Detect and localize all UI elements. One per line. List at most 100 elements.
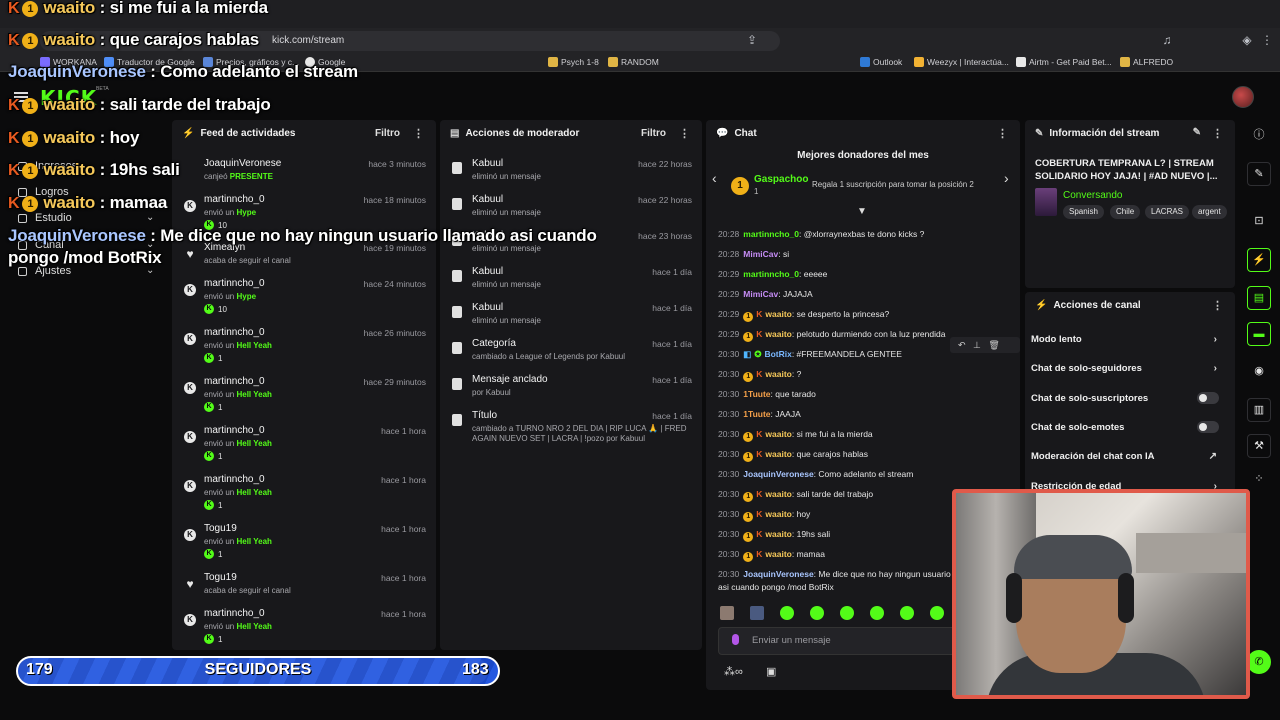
- chat-icon[interactable]: ▬: [1247, 322, 1271, 346]
- emote-icon[interactable]: [780, 606, 794, 620]
- channel-action-item[interactable]: Chat de solo-emotes: [1031, 421, 1227, 436]
- chevron-down-icon[interactable]: ⌄: [146, 212, 154, 223]
- toggle-switch[interactable]: [1197, 421, 1219, 433]
- share-icon[interactable]: ⇪: [745, 33, 759, 47]
- feed-item[interactable]: Kmartinncho_0 hace 1 hora envió un Hell Ye…: [172, 606, 436, 650]
- emote-icon[interactable]: [720, 606, 734, 620]
- channel-action-item[interactable]: Moderación del chat con IA ↗: [1031, 451, 1227, 465]
- chevron-right-icon[interactable]: ›: [1214, 363, 1217, 374]
- wrench-icon[interactable]: ⚒: [1247, 434, 1271, 458]
- mod-action-item[interactable]: Título hace 1 día cambiado a TURNO NRO 2 D…: [440, 408, 702, 443]
- more-options-icon[interactable]: ⋮: [1212, 299, 1223, 312]
- menu-dots-icon[interactable]: ⋮: [1260, 33, 1274, 47]
- chevron-right-icon[interactable]: ›: [1214, 334, 1217, 345]
- chat-username[interactable]: waaito: [765, 309, 791, 319]
- avatar[interactable]: [1232, 86, 1254, 108]
- edit-icon[interactable]: ✎: [1247, 162, 1271, 186]
- address-url[interactable]: kick.com/stream: [272, 35, 344, 46]
- mod-action-item[interactable]: Kabuul hace 22 horas eliminó un mensaje: [440, 192, 702, 226]
- feed-item-name[interactable]: martinncho_0: [204, 376, 265, 387]
- bolt-icon[interactable]: ⚡: [1247, 248, 1271, 272]
- collapse-icon[interactable]: ▼: [857, 206, 867, 217]
- bookmark-outlook[interactable]: Outlook: [860, 57, 902, 67]
- mod-action-name[interactable]: Kabuul: [472, 158, 503, 169]
- whatsapp-icon[interactable]: ✆: [1247, 650, 1271, 674]
- tag-pill[interactable]: LACRAS: [1145, 205, 1190, 219]
- more-options-icon[interactable]: ⋮: [413, 127, 424, 140]
- mod-action-item[interactable]: Categoría hace 1 día cambiado a League of …: [440, 336, 702, 370]
- channel-action-item[interactable]: Chat de solo-seguidores ›: [1031, 363, 1227, 377]
- chat-username[interactable]: waaito: [765, 369, 791, 379]
- chat-username[interactable]: waaito: [765, 449, 791, 459]
- feed-item[interactable]: K Togu19 hace 1 hora envió un Hell Yeah K 1: [172, 521, 436, 567]
- chat-username[interactable]: MimiCav: [743, 249, 778, 259]
- info-icon[interactable]: ⓘ: [1247, 124, 1271, 148]
- feed-item-name[interactable]: martinncho_0: [204, 327, 265, 338]
- expand-icon[interactable]: ⊡: [1247, 210, 1271, 234]
- tag-pill[interactable]: Chile: [1110, 205, 1141, 219]
- chevron-right-icon[interactable]: ›: [1004, 170, 1009, 186]
- feed-item[interactable]: Kmartinncho_0 hace 29 minutos envió un Hel…: [172, 374, 436, 420]
- feed-item[interactable]: Kmartinncho_0 hace 1 hora envió un Hell Ye…: [172, 423, 436, 469]
- chat-username[interactable]: 1Tuute: [743, 389, 770, 399]
- mod-action-name[interactable]: Categoría: [472, 338, 516, 349]
- chat-username[interactable]: waaito: [765, 329, 791, 339]
- mod-action-item[interactable]: Kabuul hace 1 día eliminó un mensaje: [440, 300, 702, 334]
- broadcast-icon[interactable]: ◉: [1247, 360, 1271, 384]
- music-icon[interactable]: ♫: [1160, 33, 1174, 47]
- chat-username[interactable]: martinncho_0: [743, 269, 799, 279]
- microphone-icon[interactable]: [732, 634, 739, 645]
- gift-sub-promo[interactable]: Regala 1 suscripción para tomar la posic…: [812, 180, 974, 189]
- message-actions[interactable]: ↶ ⊥ 🗑: [950, 337, 1020, 353]
- toggle-switch[interactable]: [1197, 392, 1219, 404]
- feed-item[interactable]: Kmartinncho_0 hace 1 hora envió un Hell Ye…: [172, 472, 436, 518]
- feed-item-name[interactable]: Togu19: [204, 523, 237, 534]
- more-options-icon[interactable]: ⋮: [1212, 127, 1223, 140]
- points-icon[interactable]: ⁂∞: [724, 665, 743, 678]
- layout-icon[interactable]: ▥: [1247, 398, 1271, 422]
- channel-action-item[interactable]: Chat de solo-suscriptores: [1031, 392, 1227, 407]
- chat-username[interactable]: 1Tuute: [743, 409, 770, 419]
- chat-username[interactable]: JoaquinVeronese: [743, 569, 813, 579]
- emote-icon[interactable]: [930, 606, 944, 620]
- emote-icon[interactable]: [900, 606, 914, 620]
- emote-icon[interactable]: [870, 606, 884, 620]
- chat-username[interactable]: waaito: [765, 529, 791, 539]
- chat-username[interactable]: BotRix: [764, 349, 791, 359]
- mod-action-name[interactable]: Kabuul: [472, 302, 503, 313]
- chat-username[interactable]: waaito: [765, 489, 791, 499]
- chat-input-placeholder[interactable]: Enviar un mensaje: [752, 635, 831, 646]
- feed-item-name[interactable]: martinncho_0: [204, 194, 265, 205]
- dots-icon[interactable]: ⁘: [1247, 468, 1271, 492]
- chat-username[interactable]: martinncho_0: [743, 229, 799, 239]
- emote-icon[interactable]: [810, 606, 824, 620]
- chat-username[interactable]: waaito: [765, 509, 791, 519]
- emote-icon[interactable]: [840, 606, 854, 620]
- bookmark-weezyx[interactable]: Weezyx | Interactúa...: [914, 57, 1009, 67]
- more-options-icon[interactable]: ⋮: [997, 127, 1008, 140]
- tag-pill[interactable]: argent: [1192, 205, 1227, 219]
- edit-icon[interactable]: ✎: [1193, 127, 1201, 138]
- feed-item[interactable]: Kmartinncho_0 hace 26 minutos envió un Hel…: [172, 325, 436, 371]
- feed-item-name[interactable]: martinncho_0: [204, 425, 265, 436]
- feed-item-name[interactable]: martinncho_0: [204, 474, 265, 485]
- nav-item-estudio[interactable]: Estudio: [18, 212, 72, 224]
- feed-item-name[interactable]: Togu19: [204, 572, 237, 583]
- more-options-icon[interactable]: ⋮: [679, 127, 690, 140]
- mod-action-item[interactable]: Mensaje anclado hace 1 día por Kabuul: [440, 372, 702, 406]
- donor-name[interactable]: Gaspachoo: [754, 174, 808, 185]
- chevron-left-icon[interactable]: ‹: [712, 170, 717, 186]
- emote-icon[interactable]: [750, 606, 764, 620]
- shield-icon[interactable]: ◈: [1240, 33, 1254, 47]
- bookmark-airtm[interactable]: Airtm - Get Paid Bet...: [1016, 57, 1112, 67]
- mod-action-name[interactable]: Mensaje anclado: [472, 374, 548, 385]
- feed-item[interactable]: Kmartinncho_0 hace 24 minutos envió un Hyp…: [172, 276, 436, 322]
- bookmark-psych[interactable]: Psych 1-8: [548, 57, 599, 67]
- gift-icon[interactable]: ▣: [766, 665, 776, 678]
- chat-username[interactable]: JoaquinVeronese: [743, 469, 813, 479]
- clipboard-icon[interactable]: ▤: [1247, 286, 1271, 310]
- chat-username[interactable]: waaito: [765, 549, 791, 559]
- feed-item-name[interactable]: JoaquinVeronese: [204, 158, 281, 169]
- mod-action-item[interactable]: Kabuul hace 22 horas eliminó un mensaje: [440, 156, 702, 190]
- bookmark-alfredo[interactable]: ALFREDO: [1120, 57, 1173, 67]
